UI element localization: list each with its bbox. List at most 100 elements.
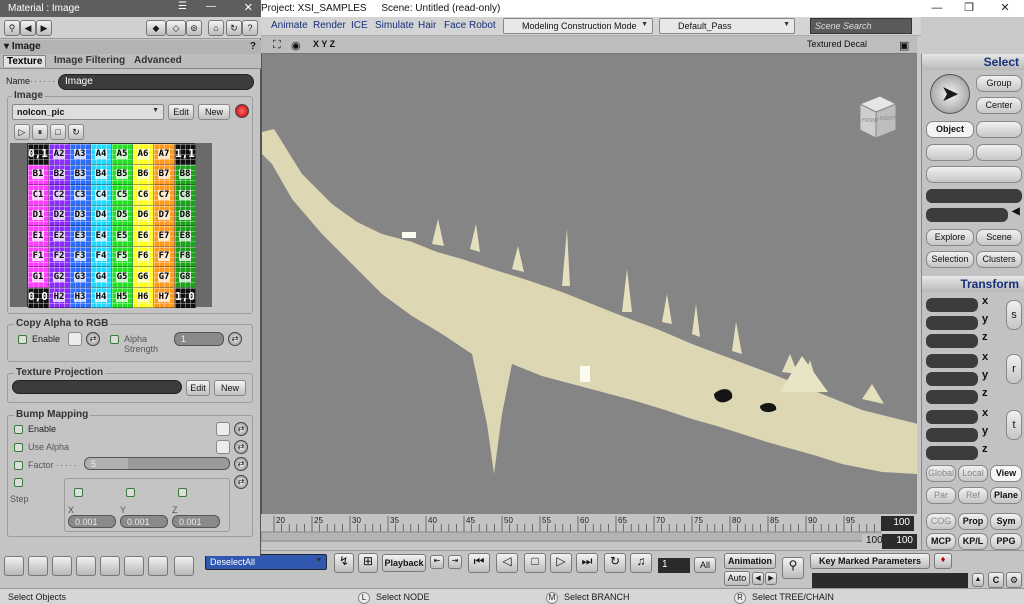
- refresh-icon[interactable]: ↻: [226, 20, 242, 36]
- construction-mode-dropdown[interactable]: Modeling Construction Mode: [503, 18, 653, 34]
- go-to-end-icon[interactable]: ⏭: [576, 553, 598, 573]
- play-clip-icon[interactable]: ▷: [14, 124, 30, 140]
- playback-button[interactable]: Playback: [382, 554, 426, 572]
- close-window-button[interactable]: ✕: [990, 0, 1020, 17]
- first-key-icon[interactable]: ⇤: [430, 555, 444, 569]
- key-icon[interactable]: ♦: [934, 553, 952, 569]
- rotate-z-field[interactable]: [926, 390, 978, 404]
- rotate-icon[interactable]: r: [1006, 354, 1022, 384]
- step-y-field[interactable]: 0.001: [120, 515, 168, 528]
- panel-close-icon[interactable]: ✕: [244, 1, 253, 14]
- panel-minimize-icon[interactable]: —: [206, 1, 216, 12]
- bump-enable-animate-icon[interactable]: ⇄: [234, 422, 248, 436]
- menu-hair[interactable]: Hair: [418, 20, 436, 31]
- minimize-button[interactable]: —: [922, 0, 952, 17]
- keyframe-icon[interactable]: ◆: [146, 20, 166, 36]
- image-edit-button[interactable]: Edit: [168, 104, 194, 120]
- scene-search-input[interactable]: Scene Search: [810, 18, 912, 34]
- par-button[interactable]: Par: [926, 487, 956, 504]
- use-alpha-swatch[interactable]: [216, 440, 230, 454]
- projection-edit-button[interactable]: Edit: [186, 380, 210, 396]
- eye-icon[interactable]: ◉: [291, 39, 301, 52]
- timeline-ruler[interactable]: 20 25 30 35 40 45 50 55 60 65 70 75 80 85 90 95: [261, 514, 881, 544]
- select-slot-button[interactable]: [976, 121, 1022, 138]
- link-icon[interactable]: ↯: [334, 553, 354, 573]
- clusters-button[interactable]: Clusters: [976, 251, 1022, 268]
- pause-clip-icon[interactable]: ⏸: [32, 124, 48, 140]
- image-section-header[interactable]: ▾ Image ?: [0, 40, 261, 54]
- alpha-strength-animate-icon[interactable]: ⇄: [228, 332, 242, 346]
- camera-icon[interactable]: ⛶: [273, 39, 281, 52]
- select-slot-button[interactable]: [976, 144, 1022, 161]
- key-remove-icon[interactable]: ◇: [166, 20, 186, 36]
- scale-z-field[interactable]: [926, 334, 978, 348]
- sym-button[interactable]: Sym: [990, 513, 1022, 530]
- prev-arrow-icon[interactable]: ◀: [20, 20, 36, 36]
- maximize-viewport-icon[interactable]: ▣: [899, 39, 909, 52]
- translate-x-field[interactable]: [926, 410, 978, 424]
- tab-advanced[interactable]: Advanced: [134, 55, 182, 66]
- cog-button[interactable]: COG: [926, 513, 956, 530]
- script-editor-icon[interactable]: ⚙: [1006, 572, 1022, 588]
- rotate-x-field[interactable]: [926, 354, 978, 368]
- prev-key-icon[interactable]: ◀: [752, 572, 764, 585]
- select-slot-button[interactable]: [926, 144, 974, 161]
- alpha-strength-field[interactable]: 1: [174, 332, 224, 346]
- stop-clip-icon[interactable]: □: [50, 124, 66, 140]
- menu-render[interactable]: Render: [313, 20, 346, 31]
- group-button[interactable]: Group: [976, 75, 1022, 92]
- scale-y-field[interactable]: [926, 316, 978, 330]
- rotate-y-field[interactable]: [926, 372, 978, 386]
- next-arrow-icon[interactable]: ▶: [36, 20, 52, 36]
- tab-texture[interactable]: Texture: [3, 55, 47, 67]
- factor-animate-icon[interactable]: ⇄: [234, 457, 248, 471]
- timeline-scrub-bar[interactable]: [261, 531, 881, 542]
- object-button[interactable]: Object: [926, 121, 974, 138]
- loop-icon[interactable]: ↻: [604, 553, 626, 573]
- 3d-viewport[interactable]: FRONT RIGHT: [261, 54, 917, 514]
- key-search-icon[interactable]: ⚲: [782, 557, 804, 579]
- step-y-checkbox[interactable]: [126, 488, 135, 497]
- lock-icon[interactable]: ⊞: [358, 553, 378, 573]
- explore-button[interactable]: Explore: [926, 229, 974, 246]
- range-start-field[interactable]: 100: [862, 534, 883, 549]
- ppg-button[interactable]: PPG: [990, 533, 1022, 550]
- stop-icon[interactable]: □: [524, 553, 546, 573]
- select-arrow-icon[interactable]: ➤: [930, 74, 970, 114]
- image-animate-icon[interactable]: [235, 104, 249, 118]
- next-key-icon[interactable]: ▶: [765, 572, 777, 585]
- layout-icon[interactable]: [124, 556, 144, 576]
- display-mode-menu[interactable]: Textured Decal: [807, 39, 867, 49]
- menu-animate[interactable]: Animate: [271, 20, 308, 31]
- step-back-icon[interactable]: ◁: [496, 553, 518, 573]
- menu-face-robot[interactable]: Face Robot: [444, 20, 496, 31]
- selection-button[interactable]: Selection: [926, 251, 974, 268]
- translate-z-field[interactable]: [926, 446, 978, 460]
- image-source-dropdown[interactable]: noIcon_pic: [12, 104, 164, 120]
- select-slot-button[interactable]: [926, 166, 1022, 183]
- step-checkbox[interactable]: [14, 478, 23, 487]
- tab-image-filtering[interactable]: Image Filtering: [54, 55, 125, 66]
- projection-new-button[interactable]: New: [214, 380, 246, 396]
- panel-options-icon[interactable]: ☰: [178, 1, 187, 12]
- layout-icon[interactable]: [28, 556, 48, 576]
- prop-button[interactable]: Prop: [958, 513, 988, 530]
- texture-projection-dropdown[interactable]: [12, 380, 182, 394]
- reload-clip-icon[interactable]: ↻: [68, 124, 84, 140]
- factor-slider[interactable]: 5: [84, 457, 230, 470]
- search-icon[interactable]: ⚲: [4, 20, 20, 36]
- mcp-button[interactable]: MCP: [926, 533, 956, 550]
- plane-button[interactable]: Plane: [990, 487, 1022, 504]
- play-icon[interactable]: ▷: [550, 553, 572, 573]
- end-frame-field[interactable]: 100: [881, 516, 914, 531]
- menu-simulate[interactable]: Simulate: [375, 20, 414, 31]
- key-marked-parameters-button[interactable]: Key Marked Parameters: [810, 553, 930, 569]
- menu-ice[interactable]: ICE: [351, 20, 368, 31]
- alpha-strength-checkbox[interactable]: [110, 335, 119, 344]
- go-to-start-icon[interactable]: ⏮: [468, 553, 490, 573]
- image-new-button[interactable]: New: [198, 104, 230, 120]
- command-arrow-icon[interactable]: ▲: [972, 573, 984, 587]
- section-help-icon[interactable]: ?: [250, 41, 256, 52]
- center-button[interactable]: Center: [976, 97, 1022, 114]
- viewcube-icon[interactable]: FRONT RIGHT: [850, 92, 900, 142]
